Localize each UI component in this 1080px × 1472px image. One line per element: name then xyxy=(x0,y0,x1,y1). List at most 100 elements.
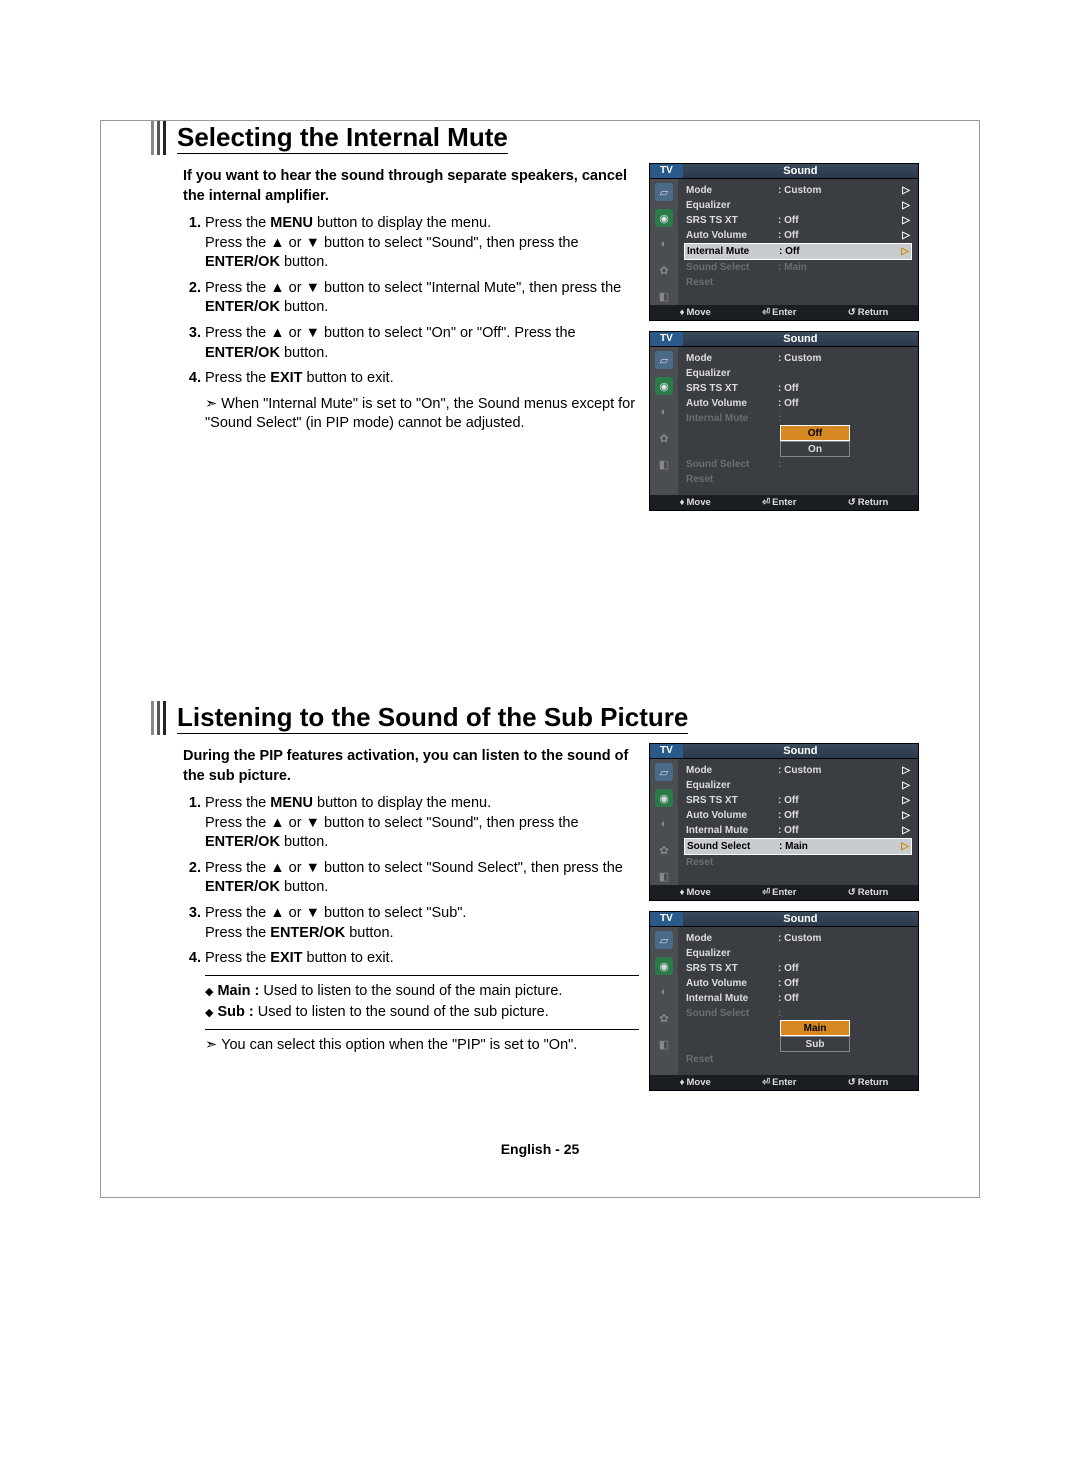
tv-tab: TV xyxy=(650,912,683,927)
setup-icon: ✿ xyxy=(655,1009,673,1027)
osd-row: Equalizer xyxy=(684,946,912,961)
osd-title: Sound xyxy=(683,332,918,347)
intro-text: If you want to hear the sound through se… xyxy=(183,167,639,206)
osd-screenshot: TVSound ▱ ◉ ◐ ✿ ◧ Mode: Custom▷ Equalize… xyxy=(649,743,919,901)
osd-option-selected: Off xyxy=(780,425,850,441)
osd-row-disabled: Sound Select: Main xyxy=(684,260,912,275)
section-internal-mute: Selecting the Internal Mute If you want … xyxy=(151,121,929,521)
section-title: Listening to the Sound of the Sub Pictur… xyxy=(177,702,688,734)
osd-row: Internal Mute: xyxy=(684,411,912,426)
osd-footer: ♦Move ⏎Enter ↺Return xyxy=(650,885,918,900)
osd-title: Sound xyxy=(683,164,918,179)
step-list: Press the MENU button to display the men… xyxy=(183,794,639,969)
step-item: Press the ▲ or ▼ button to select "On" o… xyxy=(205,324,639,363)
osd-row: Mode: Custom xyxy=(684,351,912,366)
picture-icon: ▱ xyxy=(655,931,673,949)
input-icon: ◧ xyxy=(655,287,673,305)
note: ➣When "Internal Mute" is set to "On", th… xyxy=(183,395,639,434)
step-list: Press the MENU button to display the men… xyxy=(183,214,639,389)
osd-sidebar-icons: ▱ ◉ ◐ ✿ ◧ xyxy=(650,759,678,885)
osd-row-disabled: Reset xyxy=(684,1052,912,1067)
section-sub-picture: Listening to the Sound of the Sub Pictur… xyxy=(151,701,929,1101)
osd-row: Equalizer▷ xyxy=(684,778,912,793)
instruction-text: During the PIP features activation, you … xyxy=(151,743,649,1055)
definition-item: ◆Main : Used to listen to the sound of t… xyxy=(205,982,639,1002)
sound-icon: ◉ xyxy=(655,957,673,975)
tv-tab: TV xyxy=(650,164,683,179)
osd-sidebar-icons: ▱ ◉ ◐ ✿ ◧ xyxy=(650,347,678,495)
step-item: Press the EXIT button to exit. xyxy=(205,949,639,969)
osd-row: Auto Volume: Off▷ xyxy=(684,228,912,243)
osd-row-disabled: Reset xyxy=(684,855,912,870)
tv-tab: TV xyxy=(650,332,683,347)
osd-row-disabled: Reset xyxy=(684,275,912,290)
sound-icon: ◉ xyxy=(655,209,673,227)
osd-row-highlighted: Internal Mute: Off▷ xyxy=(684,243,912,260)
osd-title: Sound xyxy=(683,744,918,759)
definition-list: ◆Main : Used to listen to the sound of t… xyxy=(183,982,639,1023)
osd-sidebar-icons: ▱ ◉ ◐ ✿ ◧ xyxy=(650,179,678,305)
osd-row: SRS TS XT: Off▷ xyxy=(684,793,912,808)
picture-icon: ▱ xyxy=(655,763,673,781)
osd-row: Internal Mute: Off▷ xyxy=(684,823,912,838)
osd-row: Auto Volume: Off▷ xyxy=(684,808,912,823)
osd-row-disabled: Sound Select: xyxy=(684,457,912,472)
step-item: Press the ▲ or ▼ button to select "Sound… xyxy=(205,859,639,898)
sound-icon: ◉ xyxy=(655,789,673,807)
setup-icon: ✿ xyxy=(655,261,673,279)
setup-icon: ✿ xyxy=(655,841,673,859)
title-bar-icon xyxy=(151,701,169,735)
channel-icon: ◐ xyxy=(655,983,673,1001)
picture-icon: ▱ xyxy=(655,351,673,369)
intro-text: During the PIP features activation, you … xyxy=(183,747,639,786)
step-item: Press the ▲ or ▼ button to select "Sub".… xyxy=(205,904,639,943)
osd-screenshot: TVSound ▱ ◉ ◐ ✿ ◧ Mode: Custom Equalizer… xyxy=(649,911,919,1091)
osd-row: Equalizer xyxy=(684,366,912,381)
channel-icon: ◐ xyxy=(655,815,673,833)
section-title: Selecting the Internal Mute xyxy=(177,122,508,154)
step-item: Press the MENU button to display the men… xyxy=(205,794,639,853)
osd-row: SRS TS XT: Off xyxy=(684,381,912,396)
osd-option-selected: Main xyxy=(780,1020,850,1036)
osd-option: Sub xyxy=(780,1036,850,1052)
input-icon: ◧ xyxy=(655,867,673,885)
title-bar-icon xyxy=(151,121,169,155)
osd-sidebar-icons: ▱ ◉ ◐ ✿ ◧ xyxy=(650,927,678,1075)
osd-row: SRS TS XT: Off xyxy=(684,961,912,976)
tv-tab: TV xyxy=(650,744,683,759)
osd-footer: ♦Move ⏎Enter ↺Return xyxy=(650,1075,918,1090)
osd-row: Auto Volume: Off xyxy=(684,396,912,411)
osd-row: Sound Select: xyxy=(684,1006,912,1021)
channel-icon: ◐ xyxy=(655,403,673,421)
channel-icon: ◐ xyxy=(655,235,673,253)
osd-footer: ♦Move ⏎Enter ↺Return xyxy=(650,305,918,320)
osd-option: On xyxy=(780,441,850,457)
instruction-text: If you want to hear the sound through se… xyxy=(151,163,649,434)
definition-item: ◆Sub : Used to listen to the sound of th… xyxy=(205,1003,639,1023)
osd-row: SRS TS XT: Off▷ xyxy=(684,213,912,228)
osd-footer: ♦Move ⏎Enter ↺Return xyxy=(650,495,918,510)
osd-row: Mode: Custom xyxy=(684,931,912,946)
sound-icon: ◉ xyxy=(655,377,673,395)
note: ➣You can select this option when the "PI… xyxy=(183,1036,639,1056)
picture-icon: ▱ xyxy=(655,183,673,201)
divider xyxy=(205,975,639,976)
osd-row: Mode: Custom▷ xyxy=(684,183,912,198)
input-icon: ◧ xyxy=(655,455,673,473)
osd-title: Sound xyxy=(683,912,918,927)
step-item: Press the EXIT button to exit. xyxy=(205,369,639,389)
setup-icon: ✿ xyxy=(655,429,673,447)
page-footer: English - 25 xyxy=(151,1141,929,1157)
input-icon: ◧ xyxy=(655,1035,673,1053)
osd-screenshot: TVSound ▱ ◉ ◐ ✿ ◧ Mode: Custom▷ Equalize… xyxy=(649,163,919,321)
osd-row-highlighted: Sound Select: Main▷ xyxy=(684,838,912,855)
divider xyxy=(205,1029,639,1030)
osd-screenshot: TVSound ▱ ◉ ◐ ✿ ◧ Mode: Custom Equalizer… xyxy=(649,331,919,511)
osd-row: Internal Mute: Off xyxy=(684,991,912,1006)
osd-row: Equalizer▷ xyxy=(684,198,912,213)
osd-row: Auto Volume: Off xyxy=(684,976,912,991)
step-item: Press the ▲ or ▼ button to select "Inter… xyxy=(205,279,639,318)
osd-row: Mode: Custom▷ xyxy=(684,763,912,778)
step-item: Press the MENU button to display the men… xyxy=(205,214,639,273)
osd-row-disabled: Reset xyxy=(684,472,912,487)
